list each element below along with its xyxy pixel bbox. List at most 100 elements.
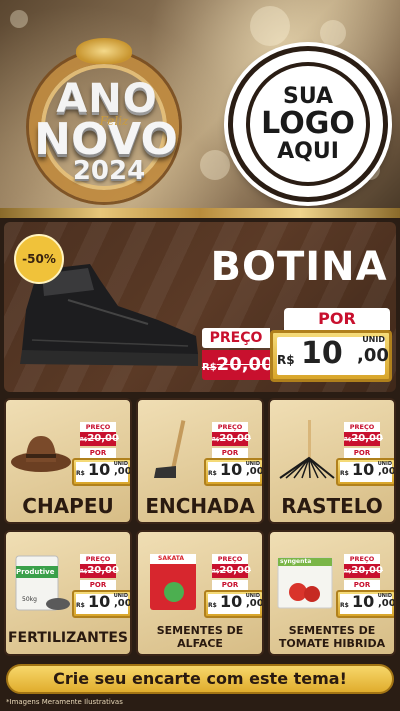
product-name-line1: SEMENTES DE	[156, 624, 244, 637]
logo-inner-ring: SUA LOGO AQUI	[246, 62, 370, 186]
new-price-integer: 10	[352, 592, 375, 611]
por-label: POR	[284, 308, 390, 330]
new-price-decimal: ,00	[114, 466, 132, 477]
price-label: PREÇO	[212, 422, 248, 432]
product-name-line1: SEMENTES DE	[288, 624, 376, 637]
product-name: SEMENTES DE ALFACE	[138, 624, 262, 650]
price-tag: PREÇO R$20,00 POR UNID R$ 10 ,00	[332, 554, 396, 618]
logo-text-line2: LOGO	[261, 106, 355, 142]
product-card-rastelo[interactable]: PREÇO R$20,00 POR UNID R$ 10 ,00 RASTELO	[268, 398, 396, 524]
header-banner: ANO NOVO Feliz 2024 SUA LOGO AQUI	[0, 0, 400, 210]
hero-price-tag: PREÇO R$20,00 POR UNID R$ 10 ,00	[200, 308, 394, 388]
por-label: POR	[344, 448, 380, 458]
new-price: UNID R$ 10 ,00	[270, 330, 392, 382]
badge-year: 2024	[72, 156, 146, 186]
create-flyer-button[interactable]: Crie seu encarte com este tema!	[6, 664, 394, 694]
product-card-enchada[interactable]: PREÇO R$20,00 POR UNID R$ 10 ,00 ENCHADA	[136, 398, 264, 524]
gold-divider	[0, 208, 400, 218]
new-price-decimal: ,00	[378, 598, 396, 609]
price-label: PREÇO	[202, 328, 270, 348]
new-price-currency: R$	[76, 602, 85, 609]
product-name-line2: ALFACE	[177, 637, 223, 650]
old-price-value: 20,00	[87, 433, 119, 444]
new-year-badge: ANO NOVO Feliz 2024	[14, 32, 194, 202]
new-price-currency: R$	[208, 602, 217, 609]
new-price-currency: R$	[208, 470, 217, 477]
disclaimer-text: *Imagens Meramente Ilustrativas	[6, 698, 123, 706]
old-price: R$20,00	[80, 564, 119, 578]
product-name: FERTILIZANTES	[7, 630, 129, 646]
price-label: PREÇO	[80, 422, 116, 432]
new-price: UNID R$ 10 ,00	[72, 458, 132, 486]
price-label: PREÇO	[212, 554, 248, 564]
unit-label: UNID	[362, 335, 385, 344]
new-price-decimal: ,00	[378, 466, 396, 477]
old-price-value: 20,00	[219, 565, 251, 576]
product-card-sementes-alface[interactable]: SAKATA PREÇO R$20,00 POR UNID R$ 10 ,00 …	[136, 530, 264, 656]
old-price-value: 20,00	[351, 433, 383, 444]
price-tag: PREÇO R$20,00 POR UNID R$ 10 ,00	[68, 554, 132, 618]
new-price: UNID R$ 10 ,00	[204, 458, 264, 486]
new-price: UNID R$ 10 ,00	[336, 458, 396, 486]
product-name: ENCHADA	[145, 494, 255, 518]
new-price-currency: R$	[277, 353, 295, 367]
old-price: R$20,00	[212, 564, 251, 578]
rake-image	[279, 420, 335, 479]
new-price-integer: 10	[220, 460, 243, 479]
old-price: R$20,00	[344, 432, 383, 446]
product-card-sementes-tomate[interactable]: syngenta PREÇO R$20,00 POR UNID R$ 10 ,0…	[268, 530, 396, 656]
product-name: SEMENTES DE TOMATE HIBRIDA	[270, 624, 394, 650]
product-name: RASTELO	[281, 494, 383, 518]
bokeh-light	[10, 10, 28, 28]
old-price: R$20,00	[344, 564, 383, 578]
old-price-value: 20,00	[87, 565, 119, 576]
package-brand: SAKATA	[158, 555, 185, 562]
package-brand: syngenta	[280, 558, 312, 565]
old-price: R$20,00	[202, 350, 274, 380]
old-price-value: 20,00	[219, 433, 251, 444]
old-price-value: 20,00	[351, 565, 383, 576]
price-tag: PREÇO R$20,00 POR UNID R$ 10 ,00	[200, 422, 264, 486]
hat-image	[11, 436, 71, 472]
logo-text-line3: AQUI	[277, 138, 339, 164]
new-price-currency: R$	[76, 470, 85, 477]
logo-text-line1: SUA	[282, 84, 334, 110]
hero-product-title: BOTINA	[210, 244, 388, 290]
new-price-integer: 10	[301, 336, 343, 371]
product-card-fertilizantes[interactable]: Produtive 50kg PREÇO R$20,00 POR UNID R$…	[4, 530, 132, 656]
discount-badge: -50%	[14, 234, 64, 284]
new-price-decimal: ,00	[114, 598, 132, 609]
product-card-chapeu[interactable]: PREÇO R$20,00 POR UNID R$ 10 ,00 CHAPEU	[4, 398, 132, 524]
price-tag: PREÇO R$20,00 POR UNID R$ 10 ,00	[332, 422, 396, 486]
por-label: POR	[80, 448, 116, 458]
new-price: UNID R$ 10 ,00	[336, 590, 396, 618]
hero-offer[interactable]: -50% BOTINA PREÇO R$20,00 POR UNID R$ 10…	[4, 222, 396, 392]
bokeh-light	[320, 20, 346, 46]
new-price-currency: R$	[340, 602, 349, 609]
fertilizer-bag-image	[15, 555, 70, 611]
gold-bow-icon	[76, 38, 132, 64]
old-price: R$20,00	[80, 432, 119, 446]
price-tag: PREÇO R$20,00 POR UNID R$ 10 ,00	[68, 422, 132, 486]
por-label: POR	[212, 580, 248, 590]
new-price-integer: 10	[88, 592, 111, 611]
product-name: CHAPEU	[22, 494, 114, 518]
hoe-image	[154, 420, 186, 478]
logo-placeholder[interactable]: SUA LOGO AQUI	[228, 46, 388, 202]
new-price: UNID R$ 10 ,00	[204, 590, 264, 618]
price-label: PREÇO	[344, 554, 380, 564]
por-label: POR	[212, 448, 248, 458]
price-label: PREÇO	[344, 422, 380, 432]
new-price-decimal: ,00	[357, 345, 389, 366]
new-price-decimal: ,00	[246, 466, 264, 477]
package-brand: Produtive	[16, 568, 55, 576]
old-price-value: 20,00	[216, 354, 274, 375]
package-weight: 50kg	[22, 596, 37, 603]
new-price-decimal: ,00	[246, 598, 264, 609]
new-price: UNID R$ 10 ,00	[72, 590, 132, 618]
price-label: PREÇO	[80, 554, 116, 564]
old-price-currency: R$	[202, 362, 217, 373]
old-price: R$20,00	[212, 432, 251, 446]
new-price-currency: R$	[340, 470, 349, 477]
badge-feliz: Feliz	[99, 114, 129, 128]
